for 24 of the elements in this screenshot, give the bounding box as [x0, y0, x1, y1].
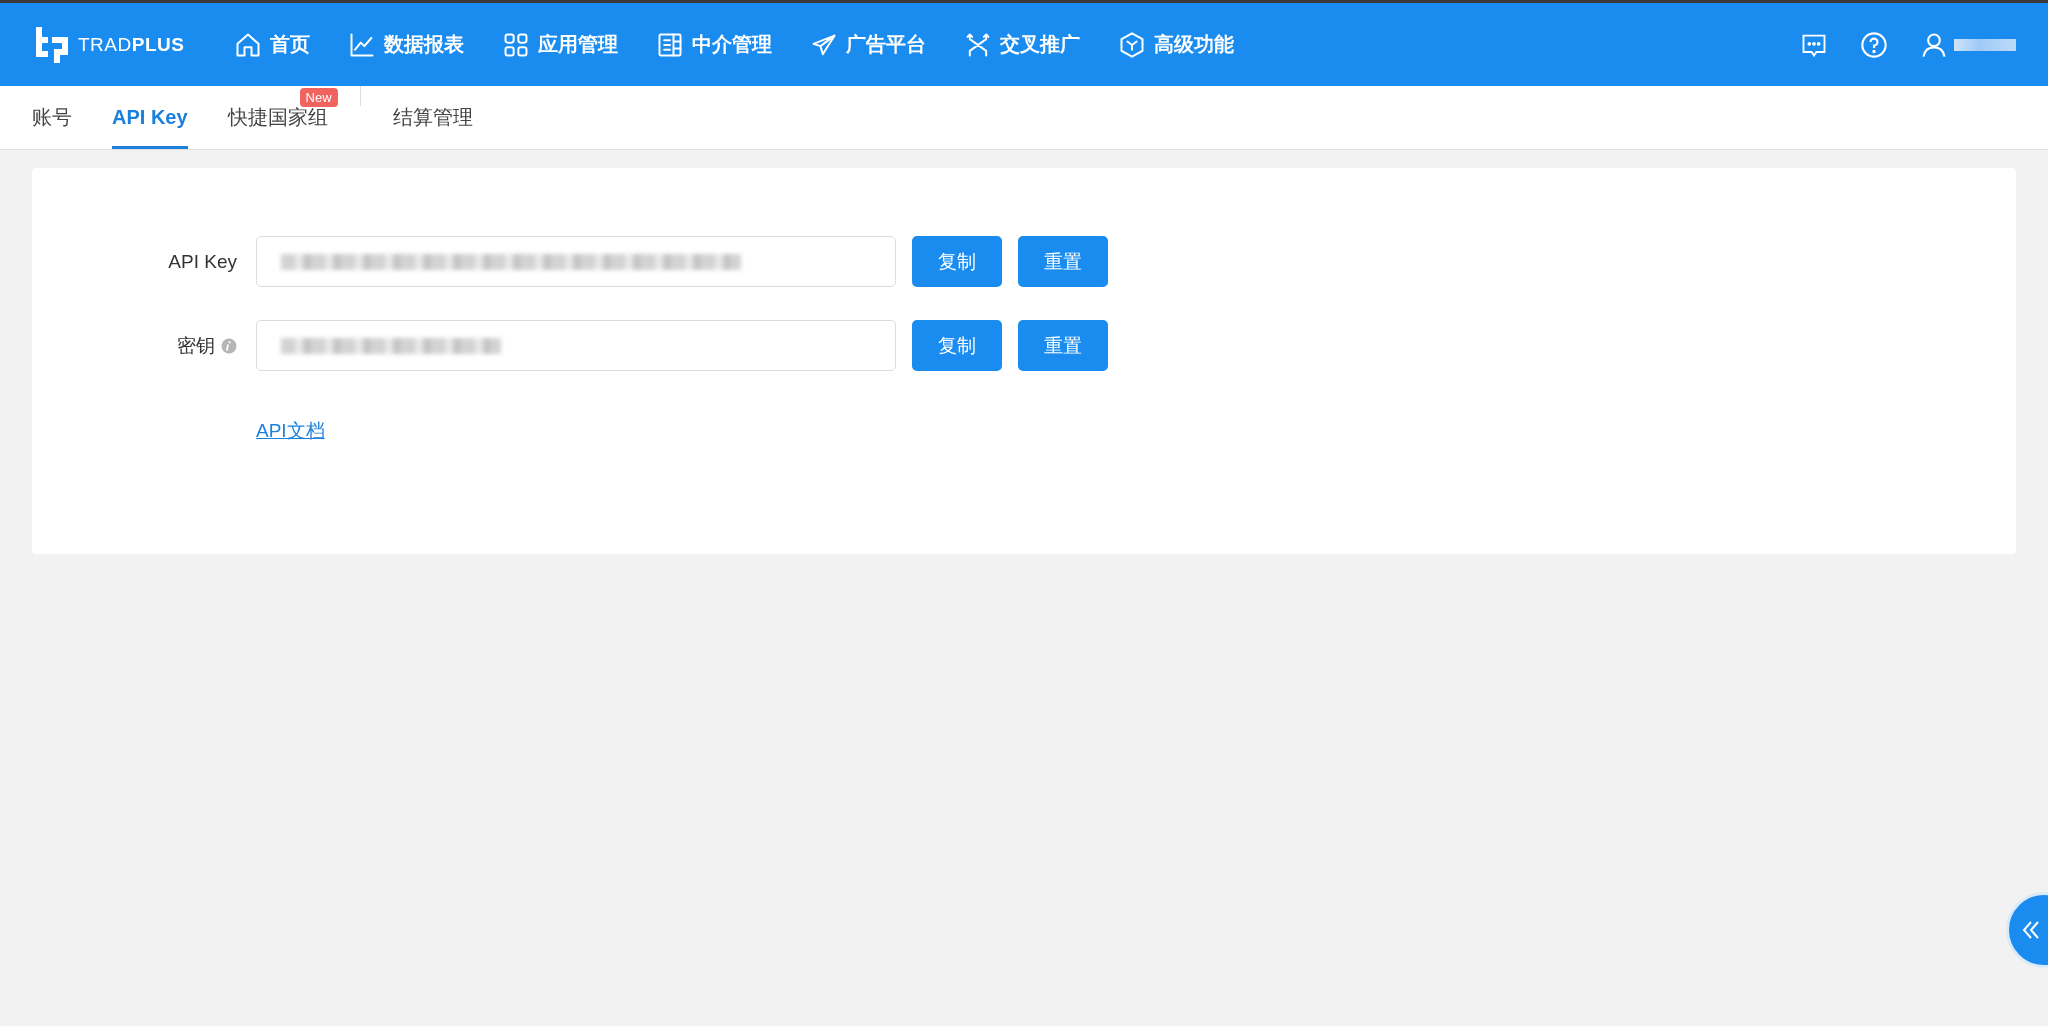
tab[interactable]: 结算管理	[392, 86, 473, 149]
logo-text: TRADPLUS	[78, 33, 185, 56]
tab[interactable]: 账号	[32, 86, 72, 149]
field-label: 密钥	[177, 333, 215, 358]
api-docs-link[interactable]: API文档	[256, 418, 325, 444]
action-button[interactable]: 复制	[912, 320, 1002, 371]
nav-item[interactable]: 广告平台	[810, 30, 927, 59]
action-button[interactable]: 复制	[912, 236, 1002, 287]
input-field[interactable]	[256, 320, 896, 371]
tab[interactable]: API Key	[112, 86, 188, 149]
action-button[interactable]: 重置	[1018, 236, 1108, 287]
nav-item[interactable]: 高级功能	[1118, 30, 1235, 59]
nav-item[interactable]: 应用管理	[502, 30, 619, 59]
input-field[interactable]	[256, 236, 896, 287]
nav-item[interactable]: 中介管理	[656, 30, 773, 59]
redacted-username	[1954, 38, 2016, 51]
info-icon[interactable]	[221, 337, 237, 354]
nav-item[interactable]: 交叉推广	[964, 30, 1081, 59]
new-badge: New	[299, 88, 338, 107]
nav-item[interactable]: 首页	[234, 30, 311, 59]
action-button[interactable]: 重置	[1018, 320, 1108, 371]
field-label: API Key	[168, 250, 237, 273]
help-icon[interactable]	[1860, 30, 1888, 59]
nav-item[interactable]: 数据报表	[348, 30, 465, 59]
